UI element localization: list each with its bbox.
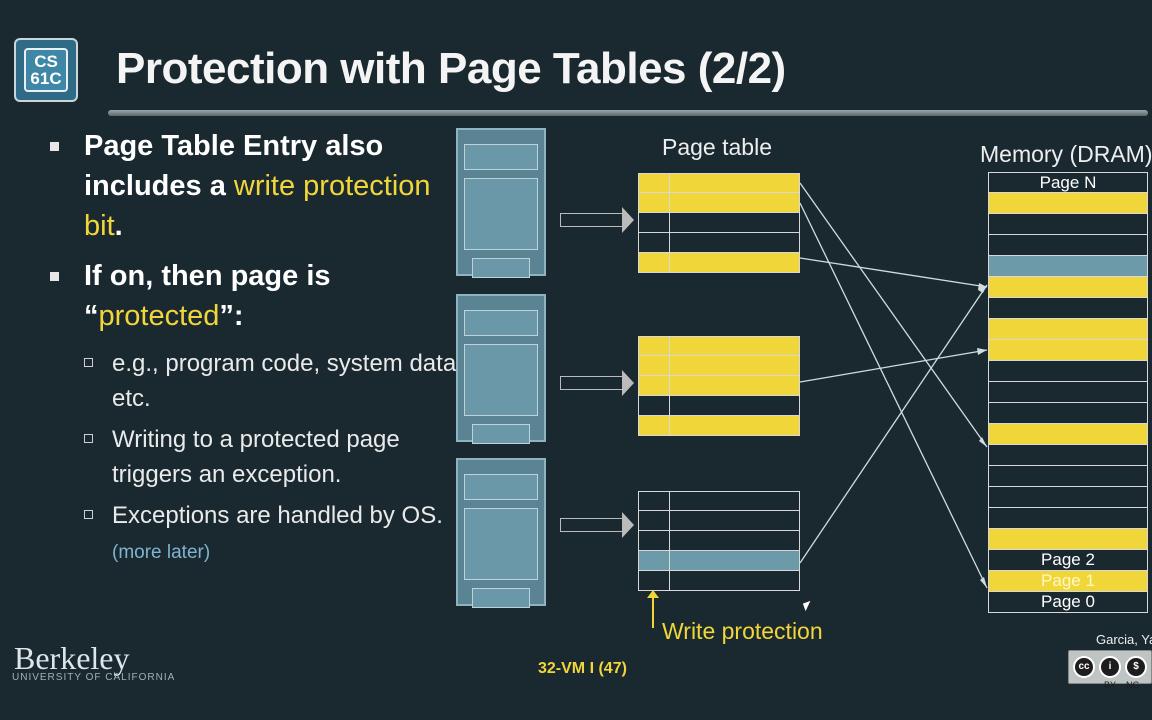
memory-page-2: Page 2: [988, 550, 1148, 571]
write-protection-arrow-icon: [647, 590, 659, 628]
memory-page: [988, 361, 1148, 382]
memory-page: [988, 487, 1148, 508]
write-protection-label: Write protection: [662, 618, 823, 644]
memory-page-n: Page N: [988, 172, 1148, 193]
slide-number: 32-VM I (47): [538, 660, 627, 677]
nc-icon: $: [1125, 656, 1147, 678]
memory-page: [988, 445, 1148, 466]
license-labels: BY NC: [1104, 680, 1140, 690]
memory-page: [988, 214, 1148, 235]
memory-page: [988, 340, 1148, 361]
memory-page: [988, 529, 1148, 550]
memory-page: [988, 403, 1148, 424]
author-credit: Garcia, Yan: [1096, 632, 1152, 647]
by-icon: i: [1099, 656, 1121, 678]
memory-page-0: Page 0: [988, 592, 1148, 613]
memory-page: [988, 424, 1148, 445]
berkeley-subtitle: UNIVERSITY OF CALIFORNIA: [12, 672, 176, 683]
mapping-lines: [799, 182, 988, 589]
memory-page: [988, 298, 1148, 319]
memory-label: Memory (DRAM): [980, 141, 1152, 167]
memory-page: [988, 193, 1148, 214]
memory-page-1: Page 1: [988, 571, 1148, 592]
memory-page: [988, 277, 1148, 298]
cc-icon: cc: [1073, 656, 1095, 678]
memory-page: [988, 466, 1148, 487]
memory-page: [988, 319, 1148, 340]
creative-commons-badge: cc i $: [1068, 650, 1152, 684]
memory-page: [988, 382, 1148, 403]
memory-page: [988, 508, 1148, 529]
memory-dram: Page N Page 2 Page 1 Page 0: [988, 172, 1148, 613]
memory-page: [988, 256, 1148, 277]
memory-page: [988, 235, 1148, 256]
